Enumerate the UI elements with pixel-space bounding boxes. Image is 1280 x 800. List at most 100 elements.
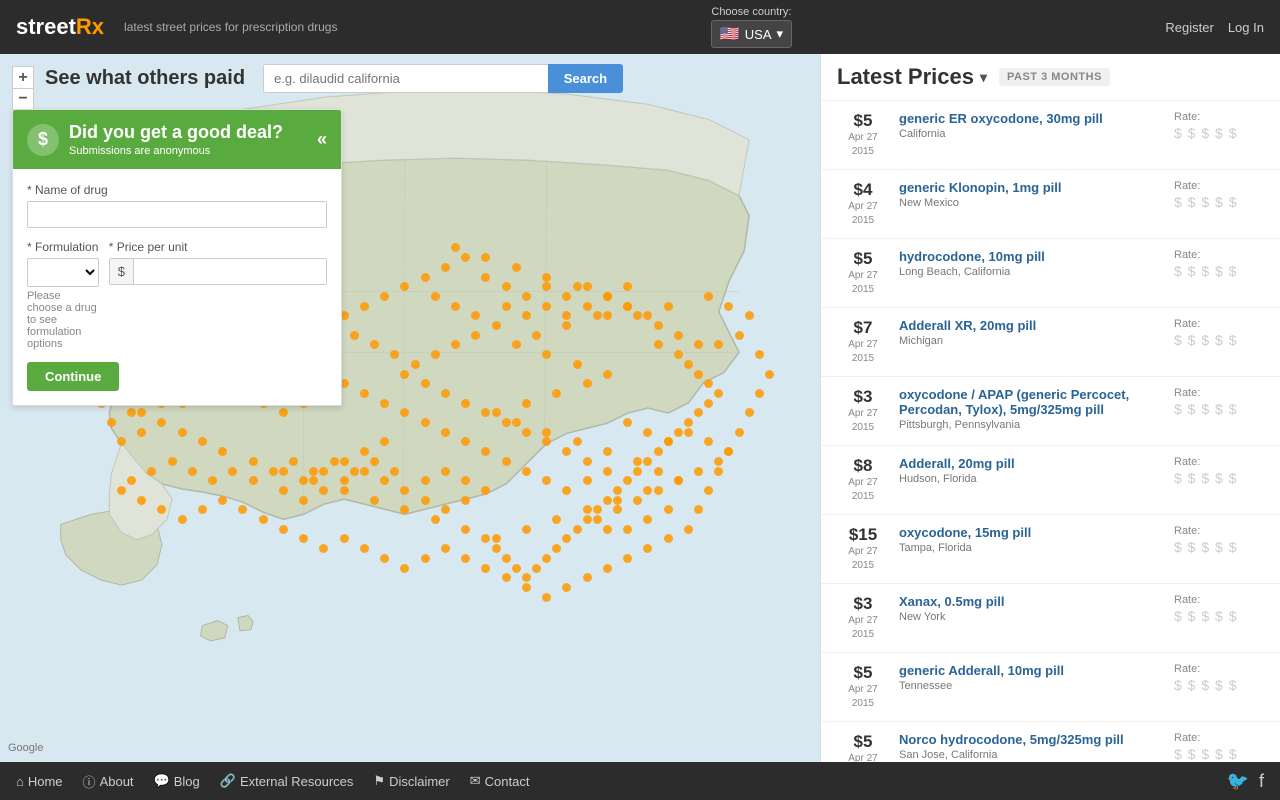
map-data-point[interactable] — [724, 302, 733, 311]
map-data-point[interactable] — [249, 476, 258, 485]
map-data-point[interactable] — [360, 302, 369, 311]
map-data-point[interactable] — [340, 486, 349, 495]
map-data-point[interactable] — [421, 379, 430, 388]
map-data-point[interactable] — [522, 525, 531, 534]
map-data-point[interactable] — [319, 467, 328, 476]
map-data-point[interactable] — [542, 302, 551, 311]
map-data-point[interactable] — [674, 428, 683, 437]
map-data-point[interactable] — [421, 273, 430, 282]
map-data-point[interactable] — [573, 437, 582, 446]
map-data-point[interactable] — [492, 544, 501, 553]
map-data-point[interactable] — [178, 515, 187, 524]
map-data-point[interactable] — [350, 331, 359, 340]
map-data-point[interactable] — [299, 496, 308, 505]
form-collapse-button[interactable]: « — [317, 129, 327, 150]
map-data-point[interactable] — [583, 379, 592, 388]
map-data-point[interactable] — [481, 564, 490, 573]
map-data-point[interactable] — [441, 428, 450, 437]
map-data-point[interactable] — [441, 263, 450, 272]
rate-stars[interactable]: $ $ $ $ $ — [1174, 746, 1238, 762]
footer-blog-link[interactable]: 💬 Blog — [154, 773, 200, 789]
map-data-point[interactable] — [613, 496, 622, 505]
country-dropdown[interactable]: 🇺🇸 USA ▾ — [711, 20, 792, 48]
price-list-item[interactable]: $5 Apr 272015 hydrocodone, 10mg pill Lon… — [821, 239, 1280, 308]
map-data-point[interactable] — [704, 399, 713, 408]
map-data-point[interactable] — [603, 564, 612, 573]
facebook-link[interactable]: f — [1259, 771, 1264, 792]
footer-contact-link[interactable]: ✉ Contact — [470, 773, 530, 789]
map-data-point[interactable] — [654, 486, 663, 495]
map-data-point[interactable] — [289, 457, 298, 466]
map-data-point[interactable] — [603, 525, 612, 534]
map-data-point[interactable] — [542, 273, 551, 282]
price-drug-name[interactable]: hydrocodone, 10mg pill — [899, 249, 1164, 264]
rate-stars[interactable]: $ $ $ $ $ — [1174, 263, 1238, 279]
map-data-point[interactable] — [532, 331, 541, 340]
map-data-point[interactable] — [502, 554, 511, 563]
map-data-point[interactable] — [411, 360, 420, 369]
map-data-point[interactable] — [664, 302, 673, 311]
map-data-point[interactable] — [603, 467, 612, 476]
map-data-point[interactable] — [654, 340, 663, 349]
map-data-point[interactable] — [613, 486, 622, 495]
map-data-point[interactable] — [279, 525, 288, 534]
map-data-point[interactable] — [279, 467, 288, 476]
map-data-point[interactable] — [218, 496, 227, 505]
map-data-point[interactable] — [340, 476, 349, 485]
footer-about-link[interactable]: ⓘ About — [83, 772, 134, 791]
map-data-point[interactable] — [137, 428, 146, 437]
map-data-point[interactable] — [765, 370, 774, 379]
map-data-point[interactable] — [380, 554, 389, 563]
price-drug-name[interactable]: Norco hydrocodone, 5mg/325mg pill — [899, 732, 1164, 747]
map-data-point[interactable] — [350, 467, 359, 476]
map-data-point[interactable] — [360, 389, 369, 398]
title-dropdown-arrow[interactable]: ▾ — [980, 69, 987, 86]
rate-stars[interactable]: $ $ $ $ $ — [1174, 470, 1238, 486]
footer-disclaimer-link[interactable]: ⚑ Disclaimer — [373, 773, 449, 789]
price-drug-name[interactable]: oxycodone / APAP (generic Percocet, Perc… — [899, 387, 1164, 417]
map-data-point[interactable] — [249, 457, 258, 466]
map-data-point[interactable] — [502, 457, 511, 466]
footer-home-link[interactable]: ⌂ Home — [16, 774, 63, 789]
rate-stars[interactable]: $ $ $ $ $ — [1174, 125, 1238, 141]
map-data-point[interactable] — [583, 515, 592, 524]
map-data-point[interactable] — [522, 399, 531, 408]
map-data-point[interactable] — [421, 496, 430, 505]
map-data-point[interactable] — [542, 593, 551, 602]
map-data-point[interactable] — [421, 418, 430, 427]
map-data-point[interactable] — [674, 350, 683, 359]
map-data-point[interactable] — [573, 360, 582, 369]
map-data-point[interactable] — [735, 331, 744, 340]
map-data-point[interactable] — [684, 428, 693, 437]
map-data-point[interactable] — [147, 467, 156, 476]
map-data-point[interactable] — [603, 447, 612, 456]
map-data-point[interactable] — [583, 573, 592, 582]
map-data-point[interactable] — [431, 350, 440, 359]
price-drug-name[interactable]: Adderall, 20mg pill — [899, 456, 1164, 471]
rate-stars[interactable]: $ $ $ $ $ — [1174, 332, 1238, 348]
map-data-point[interactable] — [370, 496, 379, 505]
price-list-item[interactable]: $5 Apr 272015 Norco hydrocodone, 5mg/325… — [821, 722, 1280, 762]
rate-stars[interactable]: $ $ $ $ $ — [1174, 608, 1238, 624]
login-link[interactable]: Log In — [1228, 20, 1264, 35]
map-data-point[interactable] — [451, 302, 460, 311]
map-data-point[interactable] — [714, 467, 723, 476]
map-data-point[interactable] — [431, 292, 440, 301]
map-data-point[interactable] — [745, 408, 754, 417]
map-data-point[interactable] — [502, 282, 511, 291]
price-list-item[interactable]: $4 Apr 272015 generic Klonopin, 1mg pill… — [821, 170, 1280, 239]
map-data-point[interactable] — [512, 564, 521, 573]
map-data-point[interactable] — [492, 534, 501, 543]
map-data-point[interactable] — [522, 467, 531, 476]
rate-stars[interactable]: $ $ $ $ $ — [1174, 194, 1238, 210]
map-data-point[interactable] — [654, 447, 663, 456]
footer-external-link[interactable]: 🔗 External Resources — [220, 773, 354, 789]
map-data-point[interactable] — [755, 389, 764, 398]
map-data-point[interactable] — [623, 525, 632, 534]
map-data-point[interactable] — [603, 496, 612, 505]
price-list-item[interactable]: $8 Apr 272015 Adderall, 20mg pill Hudson… — [821, 446, 1280, 515]
map-data-point[interactable] — [522, 583, 531, 592]
map-data-point[interactable] — [461, 496, 470, 505]
map-data-point[interactable] — [583, 282, 592, 291]
zoom-out-button[interactable]: − — [12, 88, 34, 110]
